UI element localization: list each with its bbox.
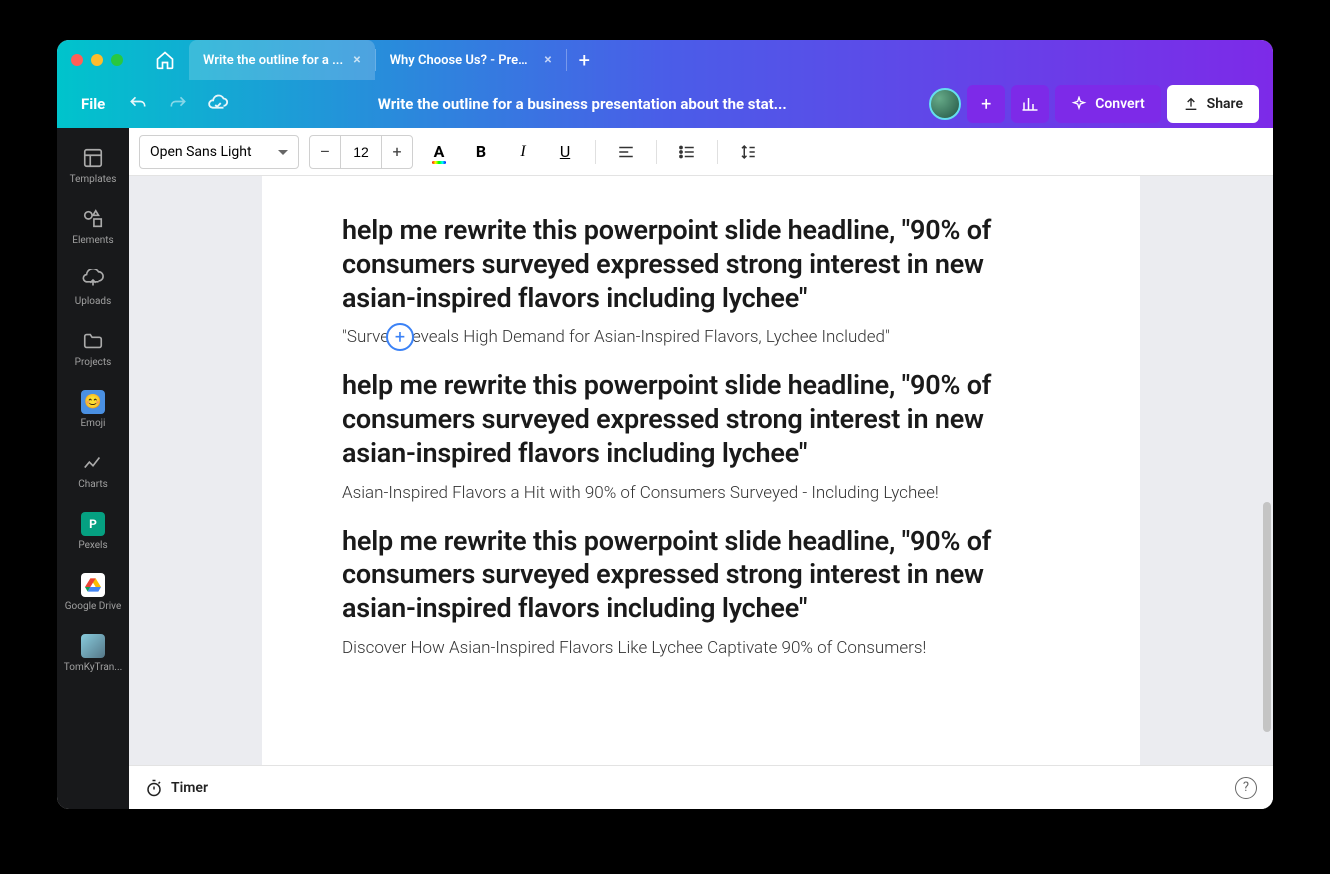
- font-size-stepper: – +: [309, 135, 413, 169]
- user-avatar[interactable]: [929, 88, 961, 120]
- undo-button[interactable]: [121, 87, 155, 121]
- body-block[interactable]: "Survey Reveals High Demand for Asian-In…: [342, 327, 1060, 347]
- tab-document-1[interactable]: Write the outline for a ... ×: [189, 40, 375, 80]
- text-color-button[interactable]: A: [423, 136, 455, 168]
- sidebar-item-templates[interactable]: Templates: [57, 136, 129, 195]
- tab-document-2[interactable]: Why Choose Us? - Pres... ×: [376, 40, 566, 80]
- close-tab-icon[interactable]: ×: [353, 52, 360, 68]
- heading-block[interactable]: help me rewrite this powerpoint slide he…: [342, 525, 1060, 626]
- app-window: Write the outline for a ... × Why Choose…: [57, 40, 1273, 809]
- sidebar-item-label: Projects: [75, 357, 112, 368]
- toolbar-divider: [656, 140, 657, 164]
- cloud-sync-icon[interactable]: [201, 87, 235, 121]
- font-size-decrease-button[interactable]: –: [310, 136, 340, 168]
- window-controls: [71, 54, 123, 66]
- insights-button[interactable]: [1011, 85, 1049, 123]
- titlebar: Write the outline for a ... × Why Choose…: [57, 40, 1273, 80]
- sidebar-item-label: Pexels: [78, 540, 107, 551]
- heading-block[interactable]: help me rewrite this powerpoint slide he…: [342, 214, 1060, 315]
- stopwatch-icon: [145, 779, 163, 797]
- sidebar-item-label: TomKyTran...: [64, 662, 122, 673]
- app-body: Templates Elements Uploads Projects 😊 Em…: [57, 128, 1273, 809]
- bullet-list-icon: [678, 143, 696, 161]
- projects-icon: [81, 329, 105, 353]
- underline-button[interactable]: U: [549, 136, 581, 168]
- sidebar-item-charts[interactable]: Charts: [57, 441, 129, 500]
- font-family-select[interactable]: Open Sans Light: [139, 135, 299, 169]
- tab-label: Why Choose Us? - Pres...: [390, 53, 535, 68]
- left-sidebar: Templates Elements Uploads Projects 😊 Em…: [57, 128, 129, 809]
- list-button[interactable]: [671, 136, 703, 168]
- editor-footer: Timer ?: [129, 765, 1273, 809]
- document-title[interactable]: Write the outline for a business present…: [241, 95, 923, 113]
- line-spacing-icon: [739, 143, 757, 161]
- file-menu-button[interactable]: File: [71, 95, 115, 113]
- sidebar-item-elements[interactable]: Elements: [57, 197, 129, 256]
- align-button[interactable]: [610, 136, 642, 168]
- spacing-button[interactable]: [732, 136, 764, 168]
- sidebar-item-uploads[interactable]: Uploads: [57, 258, 129, 317]
- sidebar-item-pexels[interactable]: P Pexels: [57, 502, 129, 561]
- sidebar-item-label: Uploads: [75, 296, 111, 307]
- body-block[interactable]: Asian-Inspired Flavors a Hit with 90% of…: [342, 483, 1060, 503]
- maximize-window-button[interactable]: [111, 54, 123, 66]
- close-tab-icon[interactable]: ×: [544, 52, 551, 68]
- toolbar-divider: [717, 140, 718, 164]
- sidebar-item-user-app[interactable]: TomKyTran...: [57, 624, 129, 683]
- share-button[interactable]: Share: [1167, 85, 1259, 123]
- vertical-scrollbar[interactable]: [1263, 502, 1271, 732]
- charts-icon: [81, 451, 105, 475]
- redo-button[interactable]: [161, 87, 195, 121]
- help-button[interactable]: ?: [1235, 777, 1257, 799]
- timer-button[interactable]: Timer: [145, 779, 208, 797]
- upload-icon: [1183, 96, 1199, 112]
- minimize-window-button[interactable]: [91, 54, 103, 66]
- templates-icon: [81, 146, 105, 170]
- sidebar-item-label: Elements: [72, 235, 113, 246]
- emoji-icon: 😊: [81, 390, 105, 414]
- timer-label: Timer: [171, 780, 208, 796]
- sidebar-item-emoji[interactable]: 😊 Emoji: [57, 380, 129, 439]
- convert-label: Convert: [1095, 96, 1144, 112]
- sidebar-item-label: Charts: [78, 479, 108, 490]
- tab-label: Write the outline for a ...: [203, 53, 343, 68]
- text-color-icon: A: [434, 142, 445, 161]
- format-toolbar: Open Sans Light – + A B I U: [129, 128, 1273, 176]
- sparkle-icon: [1071, 96, 1087, 112]
- italic-button[interactable]: I: [507, 136, 539, 168]
- user-app-icon: [81, 634, 105, 658]
- main-toolbar: File Write the outline for a business pr…: [57, 80, 1273, 128]
- font-size-input[interactable]: [340, 136, 382, 168]
- body-block[interactable]: Discover How Asian-Inspired Flavors Like…: [342, 638, 1060, 658]
- editor-main: Open Sans Light – + A B I U: [129, 128, 1273, 809]
- font-size-increase-button[interactable]: +: [382, 136, 412, 168]
- heading-block[interactable]: help me rewrite this powerpoint slide he…: [342, 369, 1060, 470]
- canvas-area[interactable]: help me rewrite this powerpoint slide he…: [129, 176, 1273, 765]
- sidebar-item-label: Templates: [70, 174, 117, 185]
- elements-icon: [81, 207, 105, 231]
- toolbar-divider: [595, 140, 596, 164]
- google-drive-icon: [81, 573, 105, 597]
- close-window-button[interactable]: [71, 54, 83, 66]
- align-left-icon: [617, 143, 635, 161]
- sidebar-item-label: Emoji: [81, 418, 106, 429]
- new-tab-button[interactable]: +: [567, 48, 602, 72]
- font-family-value: Open Sans Light: [150, 144, 252, 160]
- sidebar-item-projects[interactable]: Projects: [57, 319, 129, 378]
- uploads-icon: [81, 268, 105, 292]
- share-label: Share: [1207, 96, 1243, 112]
- bold-button[interactable]: B: [465, 136, 497, 168]
- sidebar-item-label: Google Drive: [65, 601, 122, 612]
- document-page[interactable]: help me rewrite this powerpoint slide he…: [262, 176, 1140, 765]
- pexels-icon: P: [81, 512, 105, 536]
- sidebar-item-google-drive[interactable]: Google Drive: [57, 563, 129, 622]
- convert-button[interactable]: Convert: [1055, 85, 1160, 123]
- home-button[interactable]: [141, 40, 189, 80]
- add-member-button[interactable]: +: [967, 85, 1005, 123]
